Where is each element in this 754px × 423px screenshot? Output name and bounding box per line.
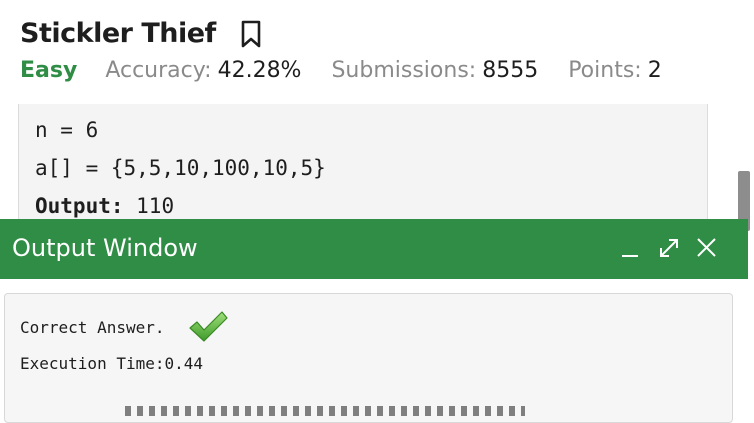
output-panel: Correct Answer. Execution Time:0.44 bbox=[4, 293, 733, 423]
problem-stats: Easy Accuracy: 42.28% Submissions: 8555 … bbox=[20, 58, 662, 83]
result-text: Correct Answer. bbox=[20, 318, 165, 337]
title-row: Stickler Thief bbox=[20, 18, 264, 49]
clipped-text bbox=[125, 406, 525, 416]
stat-label: Accuracy: bbox=[105, 58, 212, 83]
stat-label: Points: bbox=[568, 58, 642, 83]
output-window: Output Window Correct Answer. Execution … bbox=[0, 219, 748, 423]
output-value: 110 bbox=[123, 194, 175, 218]
stat-points: Points: 2 bbox=[568, 58, 662, 83]
stat-value: 8555 bbox=[482, 58, 539, 83]
example-output: Output: 110 bbox=[35, 194, 174, 218]
stat-value: 2 bbox=[647, 58, 662, 83]
output-window-title: Output Window bbox=[12, 234, 198, 262]
example-input-array: a[] = {5,5,10,100,10,5} bbox=[35, 156, 326, 180]
stat-accuracy: Accuracy: 42.28% bbox=[105, 58, 301, 83]
output-label: Output: bbox=[35, 194, 124, 218]
stat-submissions: Submissions: 8555 bbox=[331, 58, 538, 83]
stat-label: Submissions: bbox=[331, 58, 477, 83]
checkmark-icon bbox=[187, 309, 229, 345]
problem-title: Stickler Thief bbox=[20, 18, 216, 49]
example-box: n = 6 a[] = {5,5,10,100,10,5} Output: 11… bbox=[18, 104, 708, 234]
output-window-titlebar: Output Window bbox=[0, 219, 748, 279]
difficulty-badge: Easy bbox=[20, 58, 78, 83]
example-input-n: n = 6 bbox=[35, 118, 99, 142]
execution-time: Execution Time:0.44 bbox=[20, 354, 204, 373]
maximize-icon[interactable] bbox=[656, 235, 682, 261]
problem-header: Stickler Thief Easy Accuracy: 42.28% Sub… bbox=[0, 0, 740, 104]
stat-value: 42.28% bbox=[217, 58, 302, 83]
minimize-icon[interactable] bbox=[618, 235, 644, 261]
close-icon[interactable] bbox=[694, 235, 720, 261]
bookmark-icon[interactable] bbox=[238, 19, 264, 49]
